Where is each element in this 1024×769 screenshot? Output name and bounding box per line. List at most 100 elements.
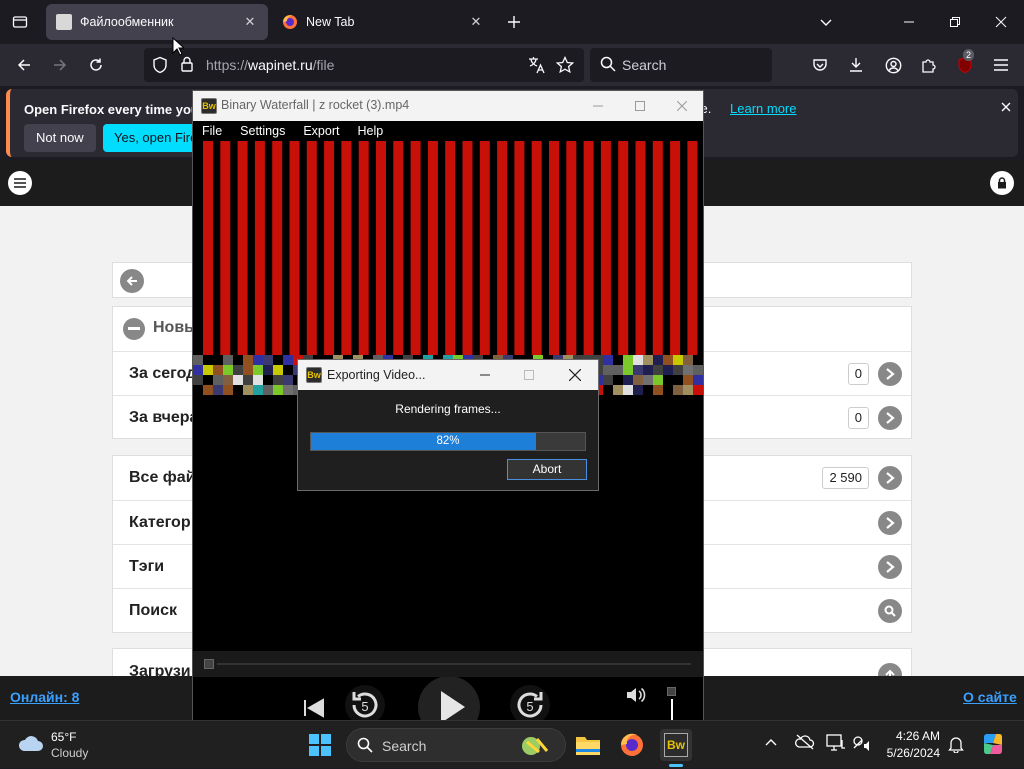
ublock-extension-button[interactable]: 2 <box>950 49 980 80</box>
waterfall-pixel <box>273 375 283 385</box>
minimize-dialog-button[interactable] <box>464 360 506 390</box>
site-menu-button[interactable] <box>8 171 32 195</box>
puzzle-icon <box>922 59 936 73</box>
taskbar-search[interactable]: Search <box>346 728 566 762</box>
close-dialog-button[interactable] <box>554 360 596 390</box>
network-tray-button[interactable] <box>852 734 872 752</box>
show-hidden-icons-button[interactable] <box>764 735 778 749</box>
start-button[interactable] <box>304 729 336 761</box>
menu-settings[interactable]: Settings <box>231 124 294 138</box>
bookmark-button[interactable] <box>556 56 574 74</box>
close-icon <box>569 369 581 381</box>
volume-handle[interactable] <box>667 687 676 696</box>
waterfall-pixel <box>653 385 663 395</box>
arrow-left-icon <box>126 276 137 286</box>
maximize-window-button[interactable] <box>619 91 661 121</box>
downloads-button[interactable] <box>841 50 871 80</box>
waterfall-stripe <box>583 141 594 355</box>
minimize-window-button[interactable] <box>886 0 932 44</box>
site-security-button[interactable] <box>180 56 194 72</box>
minimize-window-button[interactable] <box>577 91 619 121</box>
extensions-button[interactable] <box>914 50 944 80</box>
translate-button[interactable] <box>528 56 546 74</box>
address-bar[interactable]: https://wapinet.ru/file <box>144 48 584 82</box>
waterfall-pixel <box>643 355 653 365</box>
waterfall-pixel <box>603 355 613 365</box>
pocket-button[interactable] <box>805 50 835 80</box>
weather-condition: Cloudy <box>51 746 89 760</box>
waterfall-stripe <box>358 141 369 355</box>
new-tab-button[interactable] <box>502 10 526 34</box>
back-button[interactable] <box>9 50 39 80</box>
close-tab-icon[interactable]: ✕ <box>468 14 484 30</box>
url-text[interactable]: https://wapinet.ru/file <box>206 57 334 73</box>
online-users-link[interactable]: Онлайн: 8 <box>10 689 79 705</box>
taskbar-firefox[interactable] <box>616 729 648 761</box>
reload-button[interactable] <box>81 50 111 80</box>
learn-more-link[interactable]: Learn more <box>730 101 796 116</box>
onedrive-tray-button[interactable] <box>795 734 815 750</box>
copilot-button[interactable] <box>980 731 1006 757</box>
waterfall-pixel <box>633 355 643 365</box>
taskbar-file-explorer[interactable] <box>572 729 604 761</box>
clock-time[interactable]: 4:26 AM <box>880 729 940 743</box>
yes-open-firefox-button[interactable]: Yes, open Firefox <box>103 124 203 152</box>
tab-overflow-button[interactable] <box>814 10 838 34</box>
dialog-titlebar[interactable]: Bw Exporting Video... <box>298 360 598 390</box>
play-button[interactable] <box>417 677 481 721</box>
back-circle-button[interactable] <box>120 269 144 293</box>
waterfall-pixel <box>683 355 693 365</box>
display-tray-button[interactable] <box>826 734 846 752</box>
tracking-protection-button[interactable] <box>152 56 168 74</box>
about-link[interactable]: О сайте <box>963 689 1017 705</box>
abort-button[interactable]: Abort <box>507 459 587 480</box>
list-all-tabs-button[interactable] <box>8 10 32 34</box>
tab-strip: Файлообменник ✕ New Tab ✕ <box>0 0 1024 44</box>
weather-temperature: 65°F <box>51 730 77 744</box>
close-window-button[interactable] <box>661 91 703 121</box>
waterfall-pixel <box>653 355 663 365</box>
clock-date[interactable]: 5/26/2024 <box>870 746 940 760</box>
account-button[interactable] <box>878 50 908 80</box>
weather-widget[interactable]: 65°F Cloudy <box>8 721 118 769</box>
taskbar-search-placeholder: Search <box>382 738 427 754</box>
tab-new-tab[interactable]: New Tab ✕ <box>272 4 494 40</box>
export-status-text: Rendering frames... <box>395 402 501 416</box>
notifications-button[interactable] <box>948 735 964 753</box>
site-login-button[interactable] <box>990 171 1014 195</box>
folder-icon <box>576 737 600 755</box>
close-tab-icon[interactable]: ✕ <box>242 14 258 30</box>
download-icon <box>850 58 862 72</box>
app-menu-button[interactable] <box>986 50 1016 80</box>
maximize-icon <box>524 370 534 380</box>
seek-handle[interactable] <box>204 659 214 669</box>
forward-5-button[interactable]: 5 <box>508 683 552 721</box>
menu-help[interactable]: Help <box>348 124 392 138</box>
search-box[interactable]: Search <box>590 48 772 82</box>
forward-button[interactable] <box>45 50 75 80</box>
skip-back-button[interactable] <box>301 695 327 721</box>
plus-icon <box>508 16 520 28</box>
not-now-button[interactable]: Not now <box>24 124 96 152</box>
close-window-button[interactable] <box>978 0 1024 44</box>
app-icon: Bw <box>306 367 322 383</box>
waterfall-pixel <box>683 375 693 385</box>
waterfall-pixel <box>273 385 283 395</box>
waterfall-pixel <box>603 365 613 375</box>
tab-file-sharing[interactable]: Файлообменник ✕ <box>46 4 268 40</box>
menu-file[interactable]: File <box>193 124 231 138</box>
volume-button[interactable] <box>625 685 647 705</box>
bell-icon <box>948 737 964 753</box>
close-notification-button[interactable] <box>998 99 1014 115</box>
waterfall-pixel <box>653 375 663 385</box>
seek-bar[interactable] <box>193 651 703 677</box>
restore-window-button[interactable] <box>932 0 978 44</box>
window-titlebar[interactable]: Bw Binary Waterfall | z rocket (3).mp4 <box>193 91 703 121</box>
rewind-5-button[interactable]: 5 <box>343 683 387 721</box>
count-badge: 0 <box>847 407 869 429</box>
waterfall-stripe <box>393 141 404 355</box>
taskbar-binary-waterfall[interactable]: Bw <box>660 729 692 761</box>
app-icon: Bw <box>664 733 688 757</box>
menu-export[interactable]: Export <box>294 124 348 138</box>
volume-slider[interactable] <box>667 685 677 721</box>
